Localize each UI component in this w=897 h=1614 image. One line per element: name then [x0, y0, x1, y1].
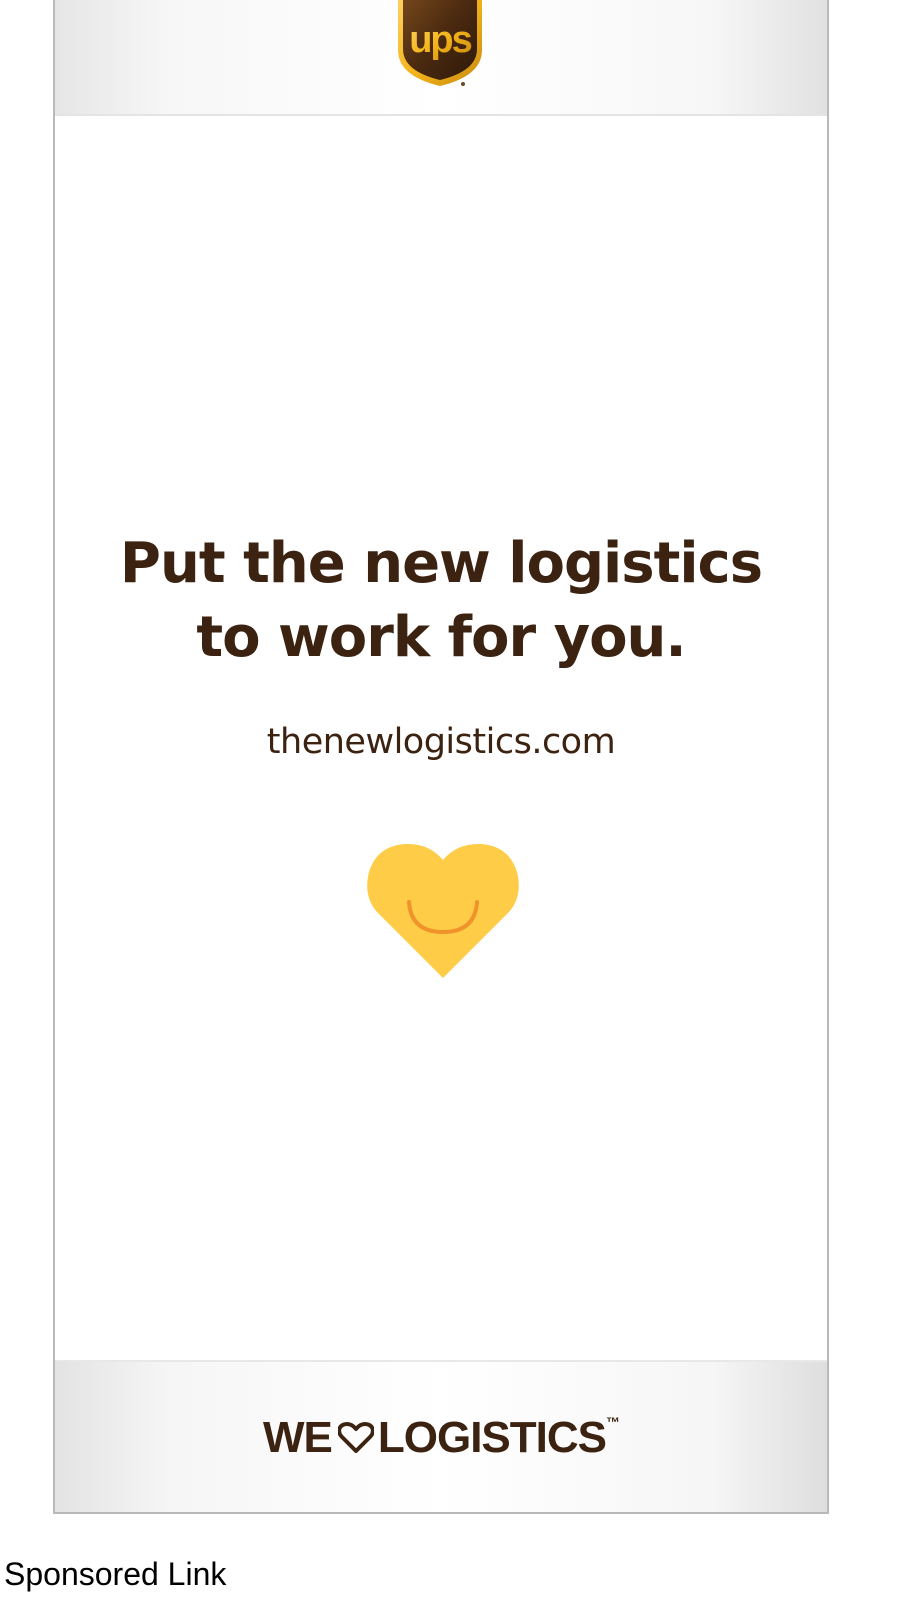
ad-headline: Put the new logistics to work for you.	[55, 527, 827, 675]
heart-outline-icon	[337, 1422, 374, 1453]
tagline-we: WE	[262, 1413, 333, 1462]
smiling-heart-icon	[367, 843, 519, 978]
trademark-symbol: ™	[606, 1414, 620, 1430]
svg-text:ups: ups	[409, 19, 471, 61]
ups-logo-icon: ups	[398, 0, 482, 86]
tagline-logistics: LOGISTICS	[377, 1413, 607, 1462]
we-love-logistics-tagline: WE LOGISTICS ™	[55, 1410, 827, 1466]
sponsored-link-caption[interactable]: Sponsored Link	[4, 1556, 226, 1593]
headline-line-2: to work for you.	[196, 605, 686, 670]
ad-url-link[interactable]: thenewlogistics.com	[55, 720, 827, 764]
headline-line-1: Put the new logistics	[119, 531, 763, 596]
ad-footer: WE LOGISTICS ™	[55, 1360, 827, 1512]
ad-header: ups	[55, 0, 827, 116]
ad-banner[interactable]: ups Put the new logistics to work for yo…	[53, 0, 829, 1514]
